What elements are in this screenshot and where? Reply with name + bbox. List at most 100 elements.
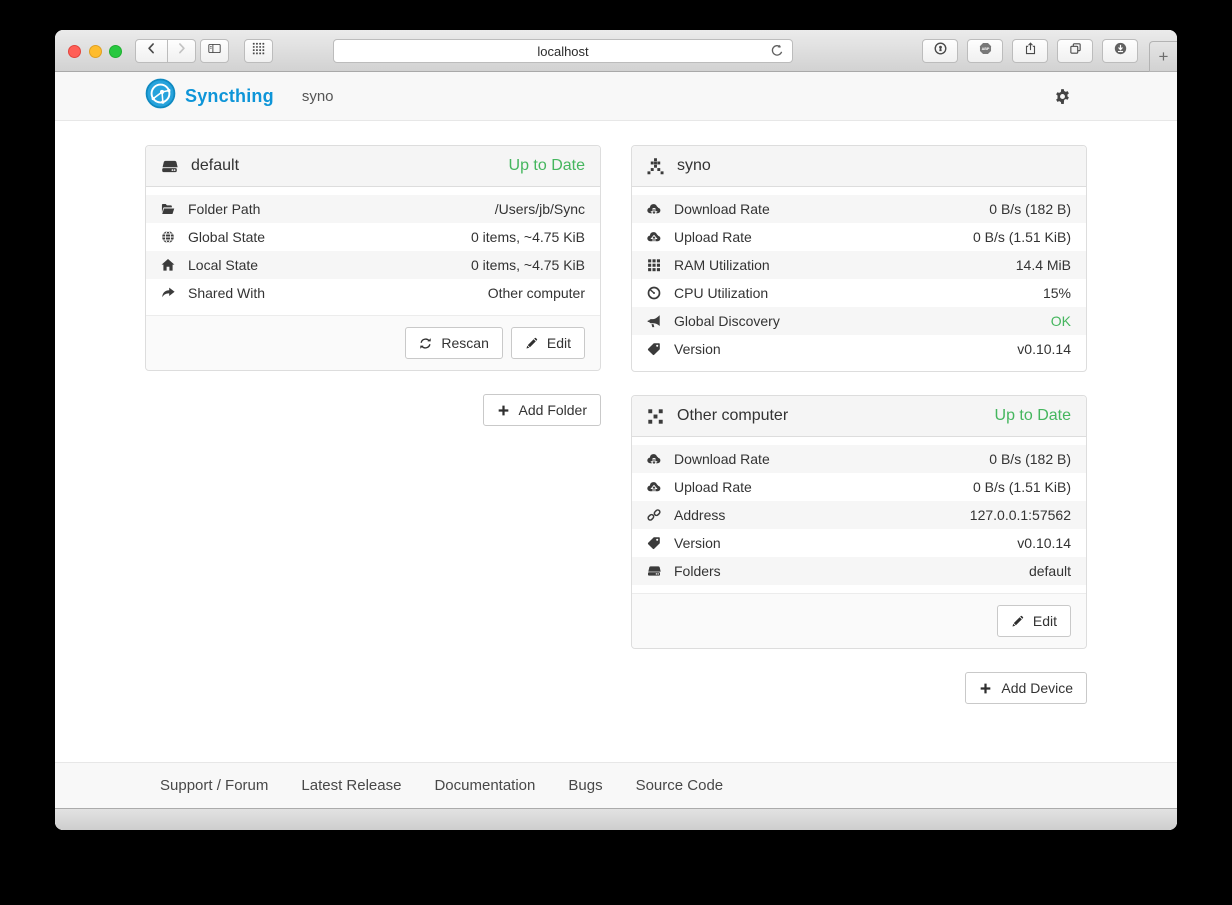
row-label: Global Discovery [674,312,780,330]
row-value: 0 B/s (182 B) [989,450,1071,468]
row-value: default [1029,562,1071,580]
refresh-icon [419,337,432,350]
row-value: 0 items, ~4.75 KiB [471,228,585,246]
row-value: Other computer [488,284,585,302]
table-row: Versionv0.10.14 [632,335,1086,363]
panel-table: Download Rate0 B/s (182 B)Upload Rate0 B… [632,437,1086,593]
add-folder-button[interactable]: Add Folder [483,394,601,426]
th-grid-icon [647,258,661,272]
settings-gear-button[interactable] [1054,88,1071,105]
panel-header-default[interactable]: default Up to Date [146,146,600,187]
table-row: Upload Rate0 B/s (1.51 KiB) [632,223,1086,251]
edit-button[interactable]: Edit [997,605,1071,637]
row-value: 14.4 MiB [1016,256,1071,274]
minimize-window-button[interactable] [89,45,102,58]
forward-icon [175,42,188,60]
row-label: Version [674,340,721,358]
table-row: Folder Path/Users/jb/Sync [146,195,600,223]
app-footer: Support / Forum Latest Release Documenta… [55,762,1177,808]
tab-overview-icon [1069,42,1082,60]
footer-link-latest-release[interactable]: Latest Release [301,777,401,794]
syncthing-brand[interactable]: Syncthing [145,78,274,114]
reload-icon[interactable] [770,44,784,61]
globe-icon [161,230,175,244]
panel-title: default [191,157,239,175]
table-row: Foldersdefault [632,557,1086,585]
row-label: RAM Utilization [674,256,770,274]
table-row: Address127.0.0.1:57562 [632,501,1086,529]
row-label: Folder Path [188,200,260,218]
panel-header-syno[interactable]: syno [632,146,1086,187]
rescan-button[interactable]: Rescan [405,327,502,359]
onepassword-button[interactable] [922,39,958,63]
row-value: v0.10.14 [1017,534,1071,552]
adblock-button[interactable]: ABP [967,39,1003,63]
pencil-icon [1011,615,1024,628]
panel-table: Folder Path/Users/jb/Sync Global State 0 i… [146,187,600,315]
downloads-button[interactable] [1102,39,1138,63]
close-window-button[interactable] [68,45,81,58]
panel-table: Download Rate 0 B/s (182 B) Upload Rate0 B… [632,187,1086,371]
share-button[interactable] [1012,39,1048,63]
footer-link-documentation[interactable]: Documentation [434,777,535,794]
zoom-window-button[interactable] [109,45,122,58]
folder-open-icon [161,202,175,216]
downloads-icon [1114,42,1127,60]
table-row: Download Rate0 B/s (182 B) [632,445,1086,473]
brand-name: Syncthing [185,86,274,107]
row-value: 15% [1043,284,1071,302]
hdd-icon [161,158,178,175]
panel-header-other-computer[interactable]: Other computerUp to Date [632,396,1086,437]
panel-default: default Up to Date Folder Path/Users/jb/Sy… [145,145,601,371]
row-label: Address [674,506,725,524]
top-sites-button[interactable] [244,39,273,63]
row-label: Download Rate [674,200,770,218]
link-icon [647,508,661,522]
plus-icon [497,404,510,417]
panel-status: Up to Date [995,407,1071,425]
forward-button[interactable] [168,39,196,63]
row-label: CPU Utilization [674,284,768,302]
table-row: Global DiscoveryOK [632,307,1086,335]
home-icon [161,258,175,272]
plus-icon [979,682,992,695]
folders-column: default Up to Date Folder Path/Users/jb/Sy… [145,145,601,762]
add-device-button[interactable]: Add Device [965,672,1087,704]
table-row: RAM Utilization 14.4 MiB [632,251,1086,279]
desktop-background: localhost ABP + Syncthing syno [0,0,1232,905]
row-label: Upload Rate [674,478,752,496]
edit-button[interactable]: Edit [511,327,585,359]
svg-text:ABP: ABP [981,47,989,51]
share-icon [1024,42,1037,60]
sidebar-button[interactable] [200,39,229,63]
row-label: Shared With [188,284,265,302]
address-bar[interactable]: localhost [333,39,793,63]
tab-overview-button[interactable] [1057,39,1093,63]
row-value: 0 B/s (182 B) [989,200,1071,218]
browser-window: localhost ABP + Syncthing syno [55,30,1177,830]
footer-link-source-code[interactable]: Source Code [636,777,724,794]
footer-link-support[interactable]: Support / Forum [160,777,268,794]
traffic-lights [68,45,122,58]
local-device-name: syno [302,88,334,105]
url-text: localhost [537,44,588,59]
row-label: Global State [188,228,265,246]
gauge-icon [647,286,661,300]
back-button[interactable] [135,39,168,63]
footer-link-bugs[interactable]: Bugs [568,777,602,794]
panel-other-computer: Other computerUp to Date Download Rate0 B… [631,395,1087,649]
row-value: /Users/jb/Sync [495,200,585,218]
devices-column: synoDownload Rate0 B/s (182 B)Upload Rat… [631,145,1087,762]
hdd-icon [647,564,661,578]
new-tab-button[interactable]: + [1149,41,1177,72]
panel-footer: Rescan Edit [146,315,600,370]
panel-status: Up to Date [509,157,585,175]
panel-title: syno [677,157,711,175]
table-row: Upload Rate0 B/s (1.51 KiB) [632,473,1086,501]
top-sites-icon [252,42,265,60]
panel-footer: Edit [632,593,1086,648]
pencil-icon [525,337,538,350]
syncthing-page: Syncthing syno default Up to Date Folder P… [55,72,1177,830]
row-label: Local State [188,256,258,274]
table-row: Shared With Other computer [146,279,600,307]
